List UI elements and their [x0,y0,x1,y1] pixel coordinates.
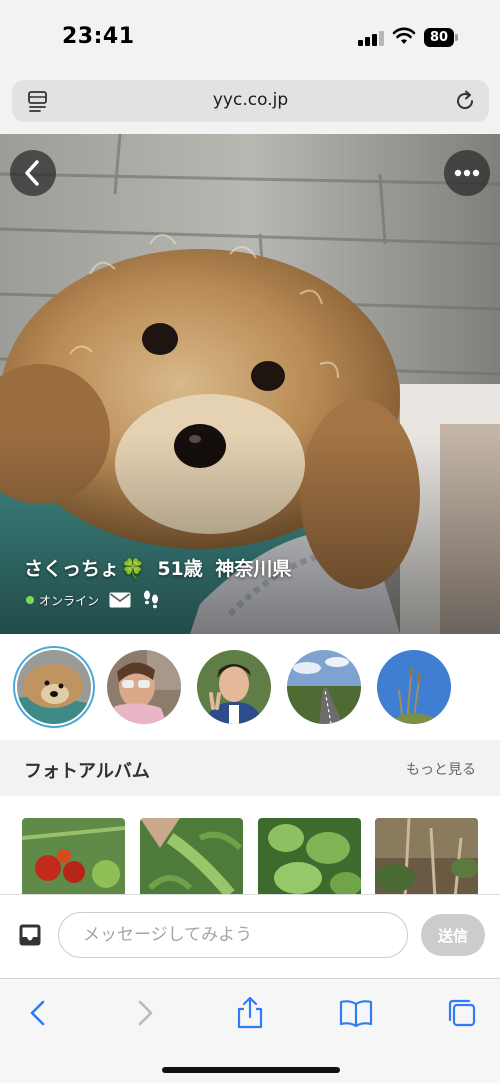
album-photo-1[interactable] [22,818,125,896]
inbox-icon[interactable] [18,923,42,947]
url-text[interactable]: yyc.co.jp [12,90,489,110]
address-bar[interactable]: yyc.co.jp [12,80,489,122]
safari-toolbar [0,978,500,1083]
home-indicator [162,1067,340,1073]
profile-thumb-1[interactable] [17,650,91,724]
cellular-signal-icon [358,30,384,46]
browser-address-area: yyc.co.jp [0,72,500,134]
profile-hero-photo[interactable]: さくっちょ 🍀 51歳 神奈川県 オンライン [0,134,500,634]
safari-back-icon[interactable] [20,995,56,1031]
battery-indicator: 80 [424,28,454,47]
message-input[interactable] [58,912,408,958]
profile-thumb-4[interactable] [287,650,361,724]
more-options-button[interactable] [444,150,490,196]
person-sunglasses-thumb-image [107,650,181,724]
sky-plants-thumb-image [377,650,451,724]
person-peace-sign-thumb-image [197,650,271,724]
battery-cap [455,34,458,41]
back-button[interactable] [10,150,56,196]
more-dots-icon [454,169,480,177]
album-photo-3[interactable] [258,818,361,896]
album-photo-2[interactable] [140,818,243,896]
online-status-dot [26,596,34,604]
profile-photo-strip [0,634,500,740]
album-photo-4[interactable] [375,818,478,896]
tomatoes-photo [22,818,125,896]
photo-album-grid [0,796,500,896]
safari-forward-icon[interactable] [127,995,163,1031]
status-time: 23:41 [62,24,135,49]
presence-row: オンライン [26,590,159,610]
see-more-link[interactable]: もっと見る [406,759,476,779]
clover-emoji: 🍀 [121,558,145,580]
road-landscape-thumb-image [287,650,361,724]
dog-thumb-image [17,650,91,724]
share-icon[interactable] [232,995,268,1031]
footprint-icon [144,590,159,609]
profile-summary: さくっちょ 🍀 51歳 神奈川県 [24,554,297,581]
wifi-icon [392,27,416,44]
online-status-label: オンライン [39,593,100,608]
leafy-plant-photo [258,818,361,896]
send-button[interactable]: 送信 [421,914,485,956]
garden-photo [375,818,478,896]
message-compose-bar: 送信 [0,894,500,978]
profile-location: 神奈川県 [215,558,292,580]
goya-photo [140,818,243,896]
profile-thumb-3[interactable] [197,650,271,724]
bookmarks-icon[interactable] [338,995,374,1031]
mail-icon [109,592,131,608]
profile-name: さくっちょ 🍀 [24,558,145,580]
reload-icon[interactable] [453,89,477,113]
profile-thumb-2[interactable] [107,650,181,724]
status-bar: 23:41 80 [0,0,500,72]
profile-age: 51歳 [157,558,203,580]
tabs-icon[interactable] [444,995,480,1031]
profile-thumb-5[interactable] [377,650,451,724]
photo-album-title: フォトアルバム [24,761,150,782]
back-chevron-icon [25,160,39,186]
photo-album-header: フォトアルバム もっと見る [0,740,500,796]
